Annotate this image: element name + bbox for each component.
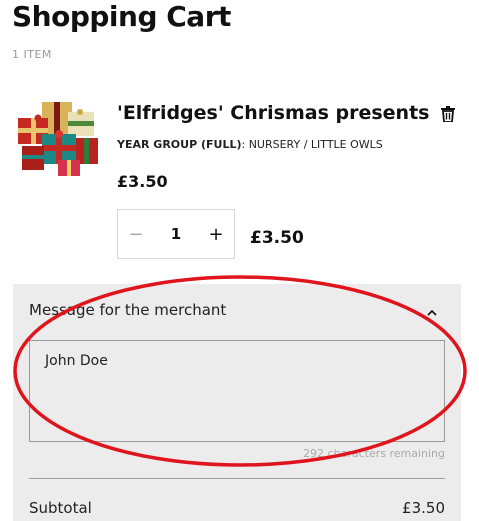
decrease-quantity-button[interactable]: − [118, 210, 154, 258]
message-textarea[interactable]: John Doe [29, 340, 445, 442]
line-total: £3.50 [250, 228, 304, 248]
product-name[interactable]: 'Elfridges' Chrismas presents [117, 102, 429, 124]
quantity-value[interactable]: 1 [154, 225, 198, 243]
chevron-up-icon[interactable] [422, 302, 442, 322]
increase-quantity-button[interactable]: + [198, 210, 234, 258]
subtotal-value: £3.50 [402, 499, 445, 517]
subtotal-label: Subtotal [29, 499, 92, 517]
shopping-cart-page: Shopping Cart 1 ITEM 'Elfridges' Chrisma… [0, 0, 479, 521]
trash-icon[interactable] [438, 104, 458, 124]
option-label: YEAR GROUP (FULL) [117, 138, 242, 151]
option-value: : NURSERY / LITTLE OWLS [241, 138, 383, 151]
divider [29, 478, 445, 479]
page-title: Shopping Cart [12, 0, 231, 33]
quantity-stepper: − 1 + [117, 209, 235, 259]
item-count: 1 ITEM [12, 48, 52, 61]
panel-title[interactable]: Message for the merchant [29, 301, 226, 319]
merchant-message-panel: Message for the merchant John Doe 292 ch… [13, 284, 461, 521]
characters-remaining: 292 characters remaining [303, 447, 445, 460]
gift-boxes-image[interactable] [14, 100, 102, 178]
product-option: YEAR GROUP (FULL): NURSERY / LITTLE OWLS [117, 138, 383, 151]
unit-price: £3.50 [117, 172, 168, 191]
